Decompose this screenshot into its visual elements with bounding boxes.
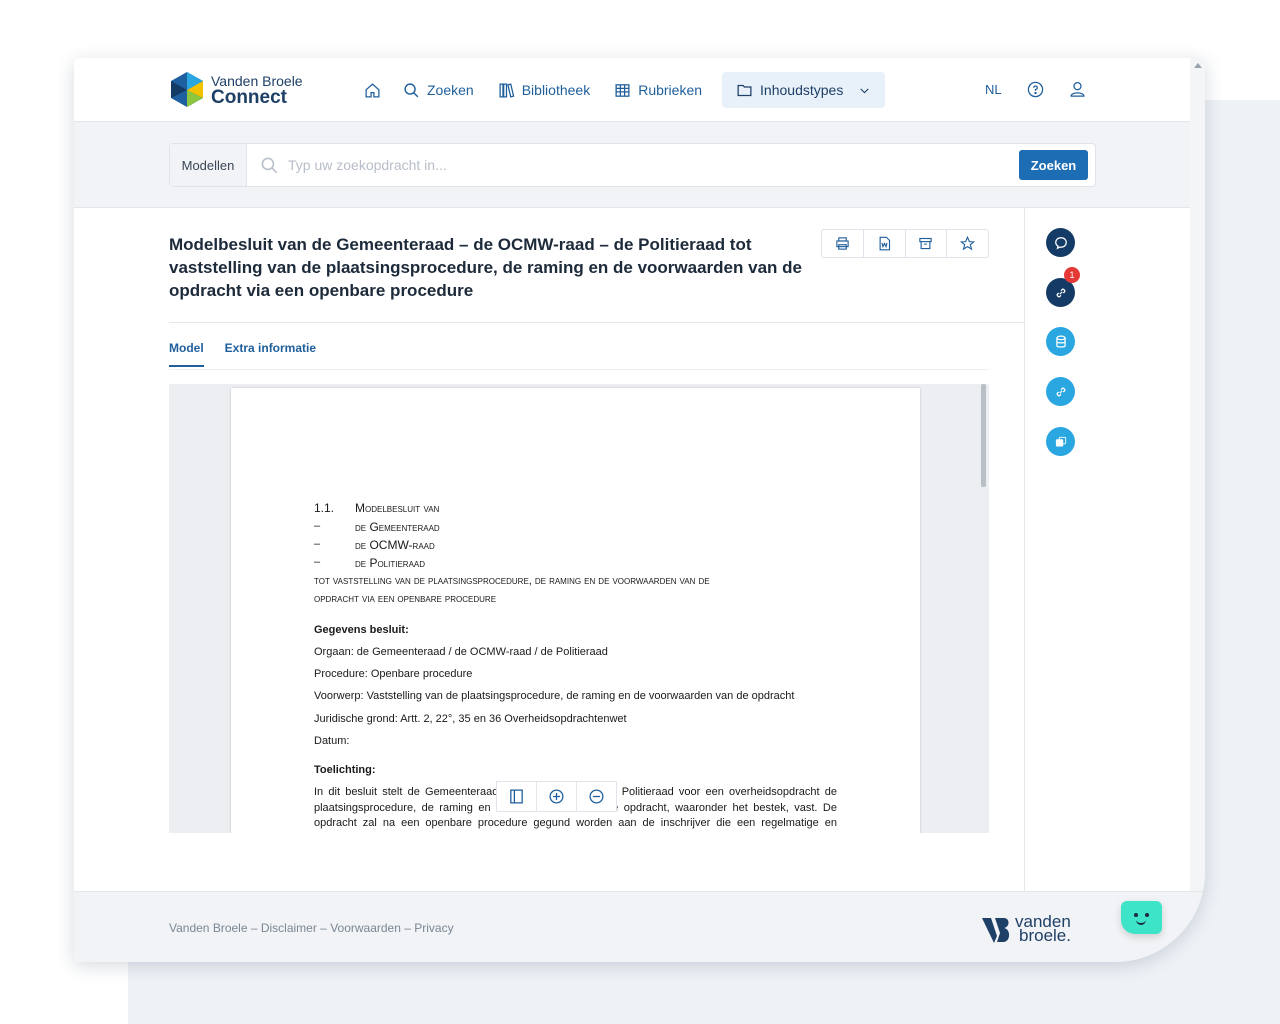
search-box: Modellen Zoeken <box>169 143 1096 187</box>
search-band: Modellen Zoeken <box>74 122 1190 208</box>
nav-rubrieken-label: Rubrieken <box>638 82 703 98</box>
field-line: Juridische grond: Artt. 2, 22°, 35 en 36… <box>314 713 627 725</box>
main-content: Modelbesluit van de Gemeenteraad – de OC… <box>74 208 1024 891</box>
comment-icon <box>1054 236 1067 249</box>
page-scrollbar[interactable] <box>1190 58 1205 891</box>
nav-zoeken[interactable]: Zoeken <box>391 72 486 108</box>
field-line: Orgaan: de Gemeenteraad / de OCMW-raad /… <box>314 646 608 658</box>
dash-marker: – <box>314 556 321 568</box>
nav-bibliotheek[interactable]: Bibliotheek <box>486 72 603 108</box>
scroll-up-arrow-icon[interactable] <box>1194 63 1202 68</box>
vanden-broele-mark-icon <box>982 918 1010 943</box>
right-rail: 1 <box>1024 208 1190 891</box>
chat-widget-button[interactable] <box>1121 901 1162 934</box>
nav-home[interactable] <box>354 72 391 108</box>
dash-marker: – <box>314 538 321 550</box>
archive-icon <box>919 237 933 250</box>
user-icon[interactable] <box>1069 80 1086 98</box>
document-viewer[interactable]: 1.1. Modelbesluit van – de Gemeenteraad … <box>169 384 989 833</box>
chat-eye-icon <box>1145 913 1149 917</box>
sidebar-toggle-button[interactable] <box>497 782 537 811</box>
nav-zoeken-label: Zoeken <box>427 82 474 98</box>
zoom-out-icon <box>589 789 604 804</box>
chat-eye-icon <box>1134 913 1138 917</box>
field-line: Voorwerp: Vaststelling van de plaatsings… <box>314 690 795 702</box>
word-icon <box>879 236 890 251</box>
grid-icon <box>615 83 630 97</box>
search-input[interactable] <box>288 152 988 178</box>
viewer-scrollbar[interactable] <box>981 384 986 487</box>
copy-button[interactable] <box>1046 427 1075 456</box>
database-button[interactable] <box>1046 327 1075 356</box>
favorite-button[interactable] <box>947 230 988 257</box>
help-icon[interactable] <box>1027 81 1044 98</box>
dash-line: de OCMW-raad <box>355 538 435 552</box>
comments-button[interactable] <box>1046 228 1075 257</box>
dash-marker: – <box>314 520 321 532</box>
chevron-down-icon <box>860 87 870 93</box>
dash-line: de Gemeenteraad <box>355 520 440 534</box>
document-title: Modelbesluit van de Gemeenteraad – de OC… <box>169 235 802 300</box>
nav-inhoudstypes[interactable]: Inhoudstypes <box>722 72 886 108</box>
language-switcher[interactable]: NL <box>985 82 1002 97</box>
gegevens-label: Gegevens besluit: <box>314 624 409 636</box>
nav-rubrieken[interactable]: Rubrieken <box>602 72 714 108</box>
home-icon <box>365 82 380 98</box>
tab-model[interactable]: Model <box>169 341 204 367</box>
tab-extra-informatie[interactable]: Extra informatie <box>225 341 316 367</box>
search-button[interactable]: Zoeken <box>1019 150 1088 180</box>
database-icon <box>1055 335 1066 348</box>
footer-links[interactable]: Vanden Broele – Disclaimer – Voorwaarden… <box>169 921 454 935</box>
document-page: 1.1. Modelbesluit van – de Gemeenteraad … <box>231 388 920 833</box>
vanden-broele-logo[interactable]: vanden broele. <box>982 913 1102 945</box>
browser-window: Vanden Broele Connect Zoeken Bibliotheek… <box>74 58 1205 962</box>
word-export-button[interactable] <box>864 230 906 257</box>
field-line: Procedure: Openbare procedure <box>314 668 473 680</box>
vanden-broele-logo-text: broele. <box>1019 926 1071 945</box>
section-heading: Modelbesluit van <box>355 501 440 515</box>
nav-bibliotheek-label: Bibliotheek <box>521 82 591 98</box>
brand-logo[interactable]: Vanden Broele Connect <box>169 71 309 111</box>
footer: Vanden Broele – Disclaimer – Voorwaarden… <box>74 891 1205 962</box>
tabs-underline <box>169 369 989 370</box>
title-divider <box>169 322 1024 323</box>
logo-mark-icon <box>171 72 203 107</box>
search-scope-selector[interactable]: Modellen <box>170 144 247 186</box>
sidebar-toggle-icon <box>510 789 523 804</box>
document-actions <box>821 229 989 258</box>
links-button[interactable]: 1 <box>1046 267 1080 307</box>
viewer-zoom-controls <box>496 781 617 812</box>
toelichting-label: Toelichting: <box>314 764 376 776</box>
copy-icon <box>1055 436 1066 447</box>
search-icon <box>404 82 419 97</box>
print-button[interactable] <box>822 230 864 257</box>
top-header: Vanden Broele Connect Zoeken Bibliotheek… <box>74 58 1190 122</box>
section-number: 1.1. <box>314 501 335 515</box>
search-icon <box>261 157 278 174</box>
zoom-in-button[interactable] <box>537 782 577 811</box>
subheading-line: tot vaststelling van de plaatsingsproced… <box>314 575 710 587</box>
logo-name-bottom: Connect <box>211 87 287 108</box>
archive-button[interactable] <box>906 230 948 257</box>
zoom-in-icon <box>549 789 564 804</box>
dash-line: de Politieraad <box>355 556 426 570</box>
link-icon <box>1056 288 1065 297</box>
link-icon <box>1056 387 1065 396</box>
document-tabs: Model Extra informatie <box>169 341 316 367</box>
star-icon <box>960 236 976 251</box>
print-icon <box>836 237 849 250</box>
library-icon <box>499 82 515 98</box>
related-links-button[interactable] <box>1046 377 1075 406</box>
zoom-out-button[interactable] <box>577 782 616 811</box>
subheading-line: opdracht via een openbare procedure <box>314 593 497 605</box>
main-nav: Zoeken Bibliotheek Rubrieken Inhoudstype… <box>354 72 886 108</box>
links-badge: 1 <box>1064 267 1080 283</box>
folder-icon <box>737 84 752 96</box>
nav-inhoudstypes-label: Inhoudstypes <box>760 82 844 98</box>
chat-smile-icon <box>1136 920 1146 925</box>
field-line: Datum: <box>314 735 350 747</box>
